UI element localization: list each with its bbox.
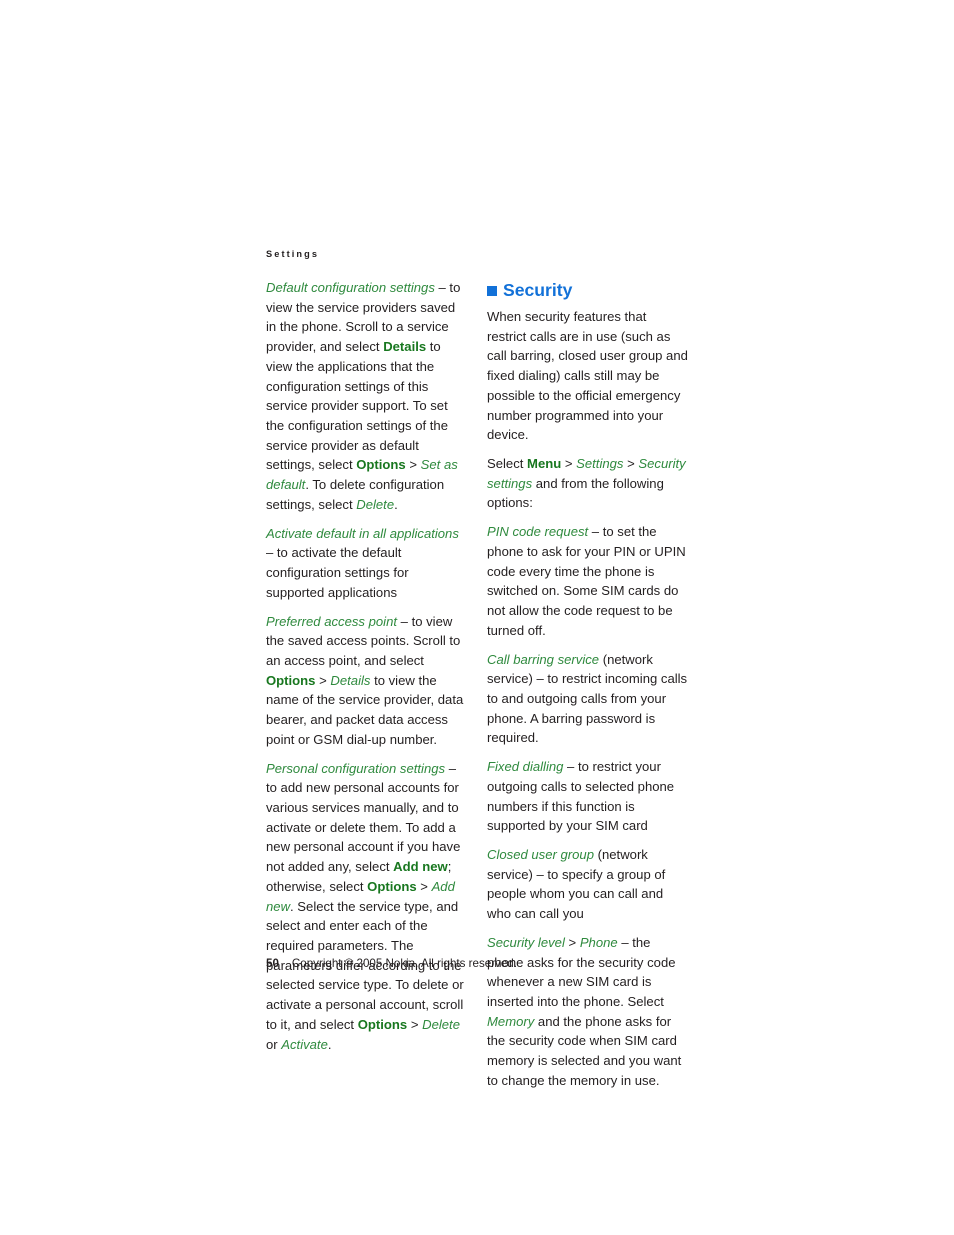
- command-term: Options: [266, 672, 316, 688]
- command-term: Details: [383, 339, 427, 355]
- left-text-column: Default configuration settings – to view…: [266, 278, 466, 1054]
- path-separator: >: [564, 934, 580, 950]
- ui-term: Phone: [579, 934, 618, 950]
- copyright-notice: Copyright © 2005 Nokia. All rights reser…: [291, 957, 517, 970]
- paragraph-default-configuration-settings: Default configuration settings – to view…: [266, 278, 466, 515]
- body-text: When security features that restrict cal…: [487, 309, 688, 443]
- right-text-column: When security features that restrict cal…: [487, 307, 688, 1091]
- paragraph-preferred-access-point: Preferred access point – to view the sav…: [266, 612, 466, 750]
- square-bullet-icon: [487, 285, 497, 296]
- ui-term: Fixed dialling: [487, 759, 564, 775]
- manual-page: Settings Security Default configuration …: [0, 0, 954, 1235]
- path-separator: >: [561, 456, 577, 472]
- body-text: or: [266, 1036, 282, 1052]
- ui-term: Call barring service: [487, 651, 600, 667]
- command-term: Options: [357, 1016, 408, 1032]
- ui-term: Memory: [487, 1013, 535, 1029]
- command-term: Menu: [527, 456, 562, 472]
- body-text: .: [394, 496, 398, 512]
- ui-term: Preferred access point: [266, 613, 398, 629]
- ui-term: Settings: [576, 456, 624, 472]
- section-heading-label: Security: [503, 280, 573, 300]
- paragraph-personal-configuration-settings: Personal configuration settings – to add…: [266, 759, 466, 1055]
- path-separator: >: [416, 878, 432, 894]
- running-header: Settings: [266, 249, 320, 259]
- path-separator: >: [407, 1016, 423, 1032]
- path-separator: >: [623, 456, 639, 472]
- paragraph-fixed-dialling: Fixed dialling – to restrict your outgoi…: [487, 757, 688, 836]
- ui-term: Activate: [281, 1036, 328, 1052]
- ui-term: Closed user group: [487, 846, 594, 862]
- command-term: Options: [356, 457, 406, 473]
- page-footer: 50 Copyright © 2005 Nokia. All rights re…: [266, 957, 517, 970]
- ui-term: Delete: [422, 1016, 460, 1032]
- ui-term: Security level: [487, 934, 565, 950]
- command-term: Add new: [393, 859, 448, 875]
- body-text: to view the applications that the config…: [266, 339, 448, 473]
- paragraph-security-menu-path: Select Menu > Settings > Security settin…: [487, 454, 688, 513]
- path-separator: >: [405, 457, 421, 473]
- paragraph-call-barring-service: Call barring service (network service) –…: [487, 650, 688, 749]
- paragraph-security-level: Security level > Phone – the phone asks …: [487, 933, 688, 1091]
- body-text: Select: [487, 456, 528, 472]
- body-text: – to set the phone to ask for your PIN o…: [487, 524, 686, 638]
- ui-term: PIN code request: [487, 524, 589, 540]
- ui-term: Personal configuration settings: [266, 760, 446, 776]
- body-text: .: [327, 1036, 332, 1052]
- path-separator: >: [315, 672, 331, 688]
- body-text: – to activate the default configuration …: [266, 545, 409, 600]
- body-text: – to add new personal accounts for vario…: [266, 760, 461, 875]
- ui-term: Delete: [356, 496, 395, 512]
- paragraph-activate-default-in-all-applications: Activate default in all applications – t…: [266, 524, 466, 603]
- command-term: Options: [367, 878, 417, 894]
- paragraph-security-intro: When security features that restrict cal…: [487, 307, 688, 445]
- section-heading-security: Security: [487, 280, 572, 301]
- paragraph-closed-user-group: Closed user group (network service) – to…: [487, 845, 688, 924]
- ui-term: Default configuration settings: [266, 280, 435, 295]
- ui-term: Details: [330, 672, 371, 688]
- paragraph-pin-code-request: PIN code request – to set the phone to a…: [487, 522, 688, 640]
- page-number: 50: [266, 957, 279, 970]
- ui-term: Activate default in all applications: [266, 525, 459, 541]
